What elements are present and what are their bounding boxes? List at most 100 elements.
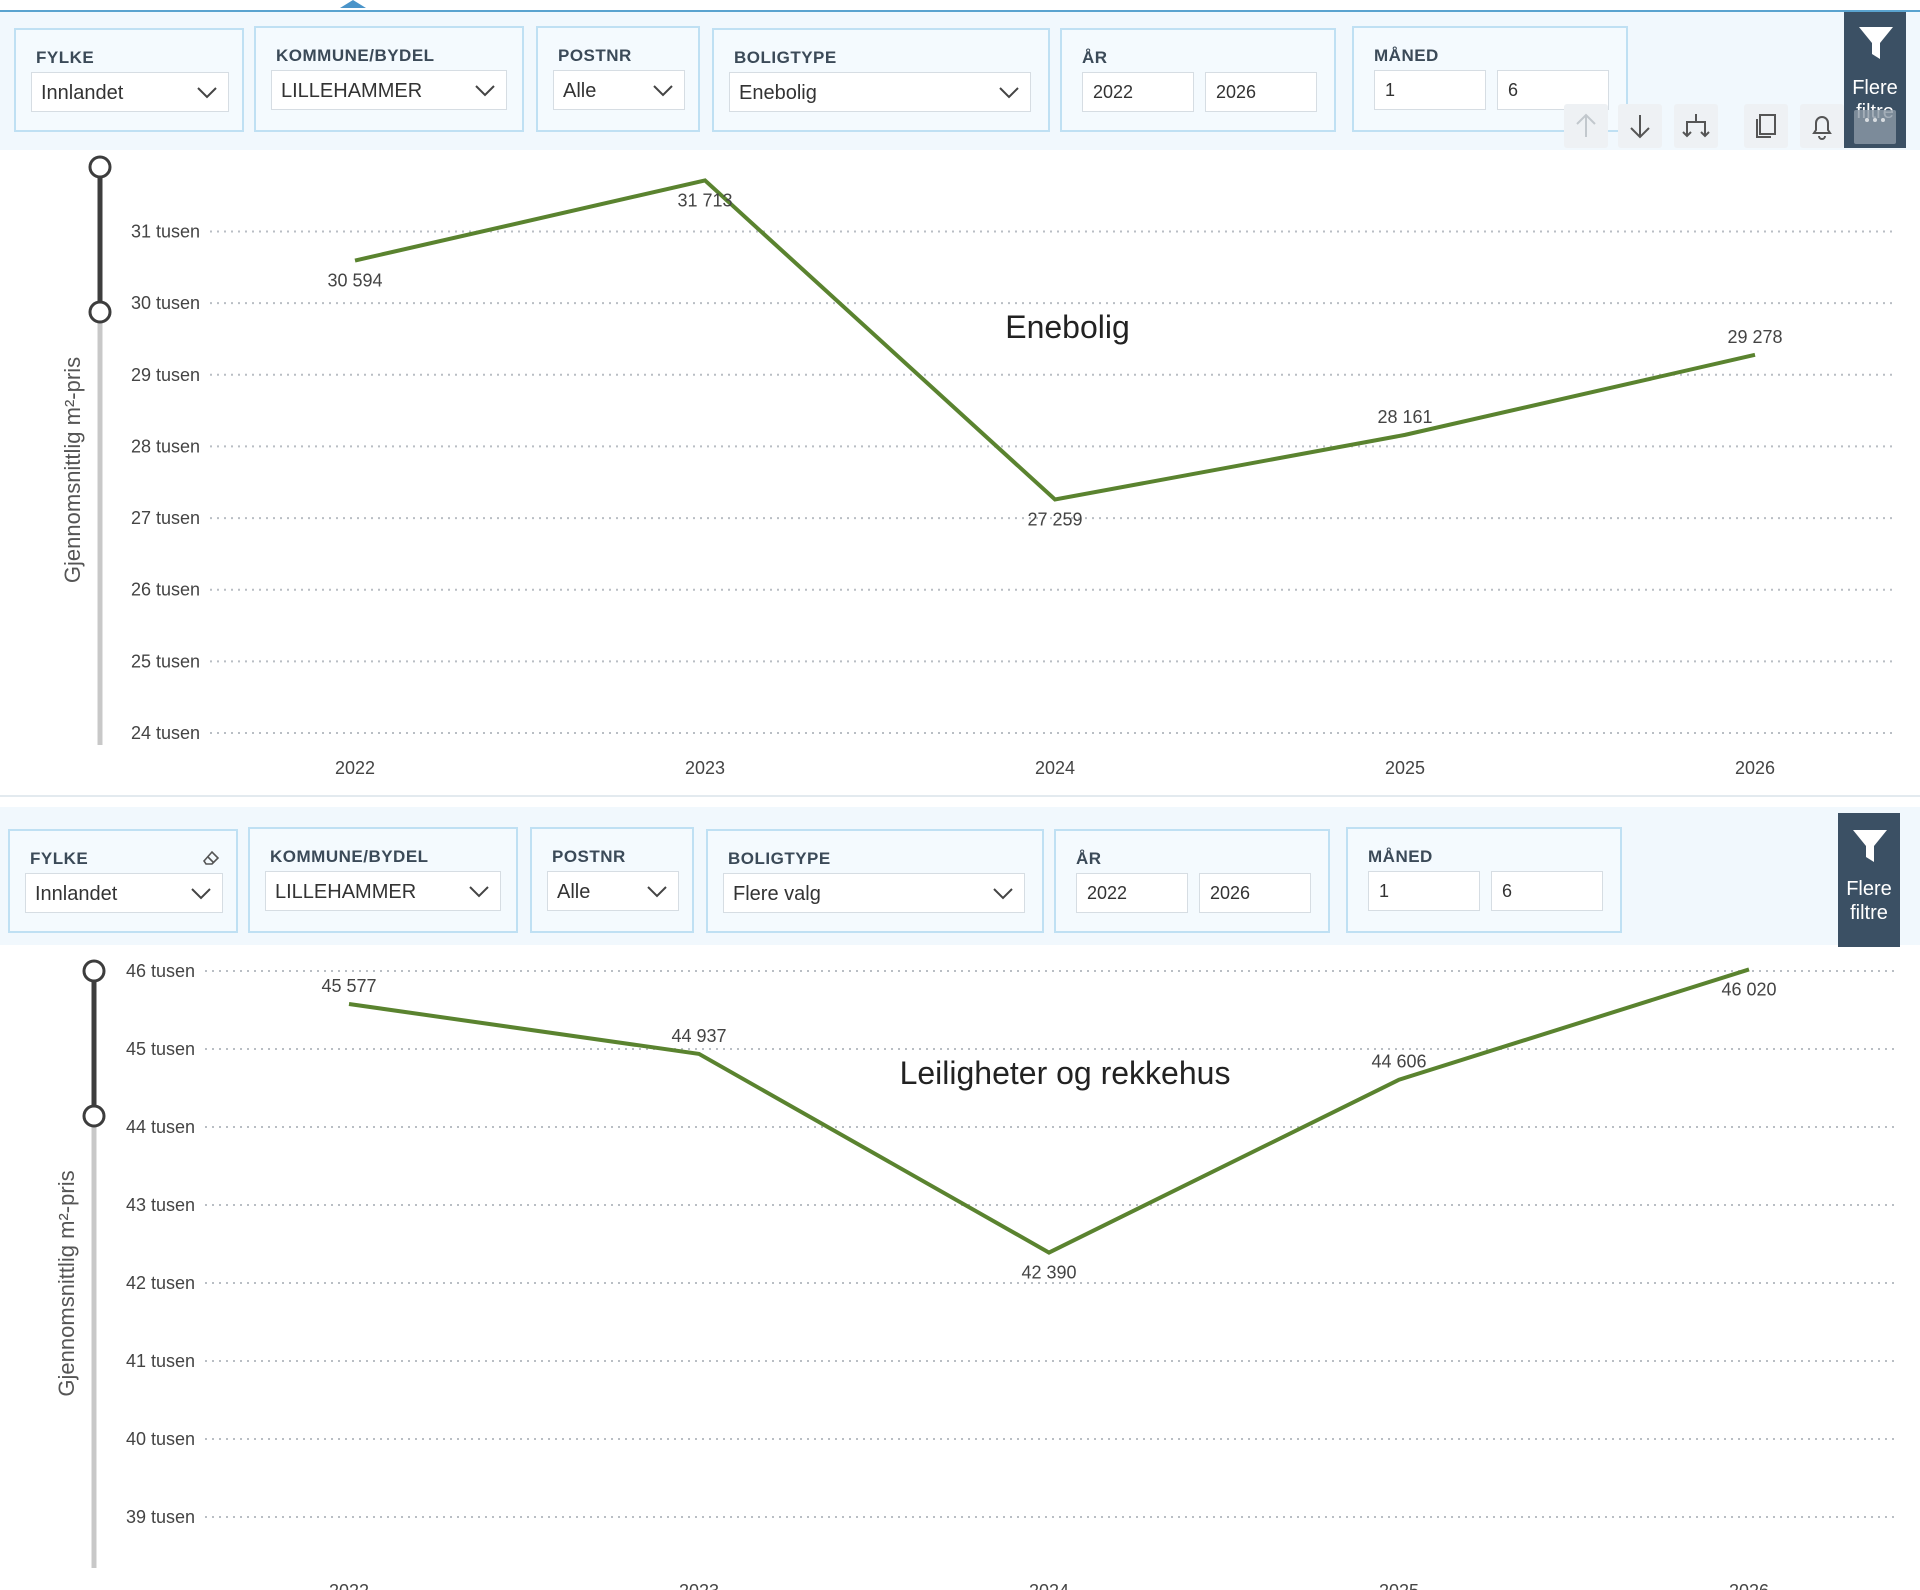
y-tick-label: 28 tusen xyxy=(131,436,200,456)
data-label: 46 020 xyxy=(1721,979,1776,999)
kommune-dropdown[interactable]: LILLEHAMMER xyxy=(265,871,501,911)
x-tick-label: 2022 xyxy=(329,1581,369,1590)
filter-maned: MÅNED 1 6 xyxy=(1346,827,1622,933)
fylke-dropdown[interactable]: Innlandet xyxy=(31,72,229,112)
filter-funnel-icon xyxy=(1859,27,1893,59)
year-to-input[interactable]: 2026 xyxy=(1199,873,1311,913)
filter-boligtype-label: BOLIGTYPE xyxy=(728,849,831,868)
series-line xyxy=(348,967,1750,1255)
fylke-value: Innlandet xyxy=(41,82,124,104)
filter-kommune: KOMMUNE/BYDEL LILLEHAMMER xyxy=(248,827,518,933)
postnr-dropdown[interactable]: Alle xyxy=(553,70,685,110)
y-tick-label: 44 tusen xyxy=(126,1117,195,1137)
line-chart-leiligheter: 39 tusen 40 tusen 41 tusen 42 tusen 43 tusen… xyxy=(54,959,1895,1590)
year-to-input[interactable]: 2026 xyxy=(1205,72,1317,112)
eraser-icon[interactable] xyxy=(200,847,222,867)
y-tick-label: 43 tusen xyxy=(126,1195,195,1215)
data-label: 42 390 xyxy=(1021,1263,1076,1283)
chart-title: Enebolig xyxy=(1005,309,1130,345)
more-filters-line2: filtre xyxy=(1850,902,1888,924)
filter-ar: ÅR 2022 2026 xyxy=(1060,28,1336,132)
range-slider-handle-bottom xyxy=(88,300,112,324)
y-axis-label: Gjennomsnittlig m²-pris xyxy=(60,357,85,583)
boligtype-value: Flere valg xyxy=(733,883,821,905)
fylke-dropdown[interactable]: Innlandet xyxy=(25,873,223,913)
bell-icon[interactable] xyxy=(1800,104,1844,148)
chart-title: Leiligheter og rekkehus xyxy=(900,1055,1231,1091)
month-to-input[interactable]: 6 xyxy=(1491,871,1603,911)
kommune-dropdown[interactable]: LILLEHAMMER xyxy=(271,70,507,110)
x-tick-label: 2023 xyxy=(685,758,725,778)
boligtype-value: Enebolig xyxy=(739,82,817,104)
x-tick-label: 2023 xyxy=(679,1581,719,1590)
range-slider-handle-top xyxy=(88,155,112,179)
month-from-input[interactable]: 1 xyxy=(1374,70,1486,110)
y-tick-label: 39 tusen xyxy=(126,1507,195,1527)
drill-down-icon[interactable] xyxy=(1674,104,1718,148)
month-from-value: 1 xyxy=(1379,881,1390,901)
x-tick-label: 2024 xyxy=(1035,758,1075,778)
filter-fylke: FYLKE Innlandet xyxy=(14,28,244,132)
filter-kommune-label: KOMMUNE/BYDEL xyxy=(270,847,429,866)
boligtype-dropdown[interactable]: Flere valg xyxy=(723,873,1025,913)
y-axis-label: Gjennomsnittlig m²-pris xyxy=(54,1170,79,1396)
chevron-down-icon xyxy=(469,886,489,898)
month-to-value: 6 xyxy=(1502,881,1513,901)
year-to-value: 2026 xyxy=(1210,883,1251,903)
range-slider-handle-top xyxy=(82,959,106,983)
year-to-value: 2026 xyxy=(1216,82,1257,102)
filter-boligtype-label: BOLIGTYPE xyxy=(734,48,837,67)
more-filters-button[interactable]: Flere filtre xyxy=(1844,12,1906,148)
filter-postnr: POSTNR Alle xyxy=(536,26,700,132)
month-from-value: 1 xyxy=(1385,80,1396,100)
year-from-input[interactable]: 2022 xyxy=(1076,873,1188,913)
chevron-down-icon xyxy=(993,888,1013,900)
range-slider-handle-bottom xyxy=(82,1104,106,1128)
filter-bar: FYLKE Innlandet KOMMUNE/BYDEL LILLEHAMME… xyxy=(0,807,1920,947)
kommune-value: LILLEHAMMER xyxy=(275,881,417,903)
y-tick-label: 24 tusen xyxy=(131,723,200,743)
year-from-input[interactable]: 2022 xyxy=(1082,72,1194,112)
kommune-value: LILLEHAMMER xyxy=(281,80,423,102)
postnr-value: Alle xyxy=(557,881,591,903)
y-tick-label: 26 tusen xyxy=(131,580,200,600)
more-filters-button[interactable]: Flere filtre xyxy=(1838,813,1900,947)
more-options-icon[interactable] xyxy=(1854,110,1896,144)
arrow-down-icon[interactable] xyxy=(1618,104,1662,148)
filter-postnr-label: POSTNR xyxy=(558,46,632,65)
filter-postnr-label: POSTNR xyxy=(552,847,626,866)
more-filters-line1: Flere xyxy=(1852,77,1898,99)
year-from-value: 2022 xyxy=(1093,82,1134,102)
x-tick-label: 2022 xyxy=(335,758,375,778)
boligtype-dropdown[interactable]: Enebolig xyxy=(729,72,1031,112)
filter-maned-label: MÅNED xyxy=(1374,46,1439,65)
data-label: 31 713 xyxy=(677,190,732,210)
filter-boligtype: BOLIGTYPE Flere valg xyxy=(706,829,1044,933)
copy-icon[interactable] xyxy=(1744,104,1788,148)
y-tick-label: 41 tusen xyxy=(126,1351,195,1371)
postnr-dropdown[interactable]: Alle xyxy=(547,871,679,911)
filter-kommune-label: KOMMUNE/BYDEL xyxy=(276,46,435,65)
chevron-down-icon xyxy=(647,886,667,898)
data-label: 44 937 xyxy=(671,1026,726,1046)
data-label: 28 161 xyxy=(1377,407,1432,427)
filter-postnr: POSTNR Alle xyxy=(530,827,694,933)
filter-kommune: KOMMUNE/BYDEL LILLEHAMMER xyxy=(254,26,524,132)
chevron-down-icon xyxy=(653,85,673,97)
y-tick-label: 29 tusen xyxy=(131,365,200,385)
filter-fylke: FYLKE Innlandet xyxy=(8,829,238,933)
chevron-down-icon xyxy=(197,87,217,99)
filter-ar: ÅR 2022 2026 xyxy=(1054,829,1330,933)
panel-divider xyxy=(0,795,1920,797)
data-label: 30 594 xyxy=(327,271,382,291)
filter-boligtype: BOLIGTYPE Enebolig xyxy=(712,28,1050,132)
filter-ar-label: ÅR xyxy=(1082,48,1108,67)
month-from-input[interactable]: 1 xyxy=(1368,871,1480,911)
y-tick-label: 45 tusen xyxy=(126,1039,195,1059)
postnr-value: Alle xyxy=(563,80,597,102)
filter-fylke-label: FYLKE xyxy=(30,849,89,868)
y-tick-label: 40 tusen xyxy=(126,1429,195,1449)
arrow-up-icon[interactable] xyxy=(1564,104,1608,148)
x-tick-label: 2026 xyxy=(1729,1581,1769,1590)
y-tick-label: 30 tusen xyxy=(131,293,200,313)
